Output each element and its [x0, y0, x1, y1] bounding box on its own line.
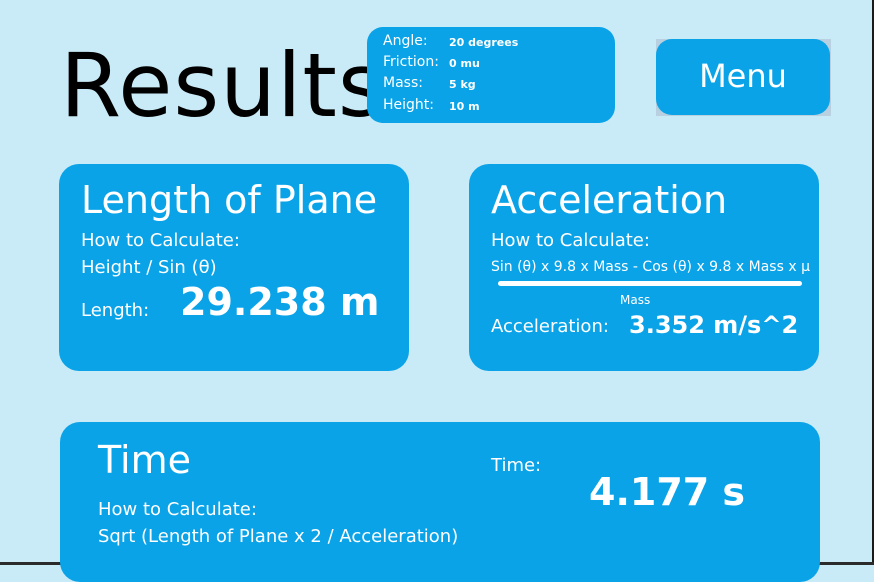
- acceleration-card: Acceleration How to Calculate: Sin (θ) x…: [469, 164, 819, 371]
- acceleration-denominator: Mass: [620, 293, 651, 307]
- length-card: Length of Plane How to Calculate: Height…: [59, 164, 409, 371]
- parameters-panel: Angle: 20 degrees Friction: 0 mu Mass: 5…: [367, 27, 615, 123]
- time-formula: Sqrt (Length of Plane x 2 / Acceleration…: [98, 526, 459, 547]
- length-how-label: How to Calculate:: [81, 230, 240, 251]
- acceleration-how-label: How to Calculate:: [491, 230, 650, 251]
- menu-button-frame[interactable]: Menu: [656, 39, 831, 116]
- time-result-label: Time:: [491, 455, 542, 476]
- time-how-label: How to Calculate:: [98, 499, 257, 520]
- param-value-height: 10 m: [449, 100, 480, 113]
- param-value-angle: 20 degrees: [449, 36, 519, 49]
- fraction-bar: [498, 281, 802, 286]
- time-result-value: 4.177 s: [589, 470, 746, 514]
- param-key-friction: Friction:: [383, 54, 439, 70]
- length-card-title: Length of Plane: [81, 178, 378, 222]
- acceleration-result-value: 3.352 m/s^2: [629, 311, 799, 339]
- time-card-title: Time: [98, 438, 191, 482]
- page-title: Results:: [60, 34, 416, 137]
- param-value-friction: 0 mu: [449, 57, 480, 70]
- length-formula: Height / Sin (θ): [81, 257, 217, 278]
- menu-button[interactable]: Menu: [656, 39, 830, 115]
- param-value-mass: 5 kg: [449, 78, 476, 91]
- acceleration-numerator: Sin (θ) x 9.8 x Mass - Cos (θ) x 9.8 x M…: [491, 259, 810, 275]
- acceleration-card-title: Acceleration: [491, 178, 728, 222]
- length-result-label: Length:: [81, 300, 150, 321]
- param-key-mass: Mass:: [383, 75, 423, 91]
- param-key-height: Height:: [383, 97, 434, 113]
- length-result-value: 29.238 m: [180, 280, 380, 324]
- time-card: Time How to Calculate: Sqrt (Length of P…: [60, 422, 820, 582]
- param-key-angle: Angle:: [383, 33, 428, 49]
- acceleration-result-label: Acceleration:: [491, 316, 609, 337]
